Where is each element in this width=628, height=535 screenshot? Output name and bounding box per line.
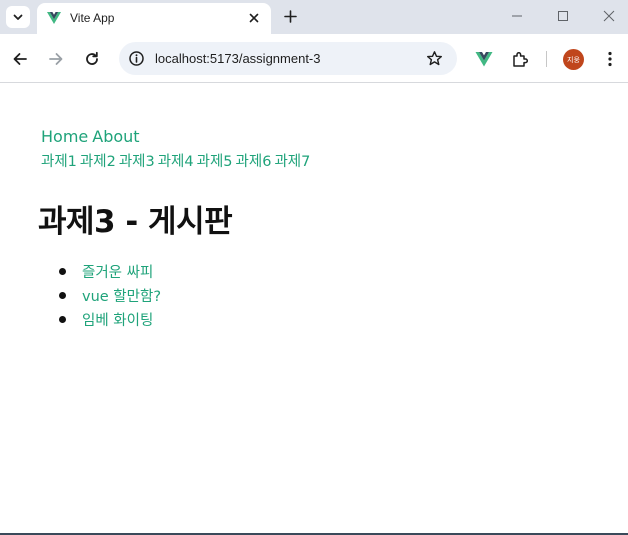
main-nav: Home About: [41, 127, 140, 146]
page-content: Home About 과제1 과제2 과제3 과제4 과제5 과제6 과제7 과제3 - 게시…: [0, 83, 628, 535]
browser-toolbar: localhost:5173/assignment-3 지웅: [0, 34, 628, 83]
minimize-icon: [512, 15, 522, 17]
reload-icon: [86, 51, 98, 65]
vue-devtools-icon: [475, 52, 493, 67]
browser-tab-active[interactable]: Vite App: [37, 3, 271, 34]
url-text[interactable]: localhost:5173/assignment-3: [155, 51, 321, 66]
puzzle-extensions-icon: [513, 51, 529, 67]
bullet-icon: [59, 268, 66, 275]
forward-arrow-icon: [49, 53, 63, 65]
assignment-link-5[interactable]: 과제5: [197, 154, 233, 170]
close-icon: [249, 13, 259, 23]
bullet-icon: [59, 292, 66, 299]
window-close-icon: [603, 10, 615, 22]
chevron-down-icon: [13, 14, 23, 20]
minimize-button[interactable]: [506, 6, 528, 26]
post-link-2[interactable]: vue 할만함?: [82, 289, 161, 305]
browser-menu-button[interactable]: [600, 49, 620, 69]
new-tab-button[interactable]: [280, 6, 300, 26]
reload-button[interactable]: [81, 48, 103, 70]
assignment-link-3[interactable]: 과제3: [119, 154, 155, 170]
assignment-link-7[interactable]: 과제7: [274, 154, 310, 170]
tab-strip: Vite App: [0, 0, 628, 34]
list-item: vue 할만함?: [58, 285, 161, 309]
back-arrow-icon: [13, 53, 27, 65]
bullet-icon: [59, 316, 66, 323]
tab-search-button[interactable]: [6, 6, 30, 28]
profile-avatar[interactable]: 지웅: [563, 49, 584, 70]
assignment-link-4[interactable]: 과제4: [158, 154, 194, 170]
nav-about-link[interactable]: About: [92, 127, 139, 146]
extensions-button[interactable]: [510, 49, 530, 69]
bookmark-star-icon[interactable]: [426, 50, 443, 67]
forward-button[interactable]: [45, 48, 67, 70]
list-item: 임베 화이팅: [58, 309, 161, 333]
vue-logo-icon: [47, 12, 61, 24]
maximize-icon: [558, 11, 568, 21]
window-close-button[interactable]: [598, 6, 620, 26]
post-list: 즐거운 싸피 vue 할만함? 임베 화이팅: [58, 261, 161, 333]
plus-icon: [283, 9, 297, 23]
list-item: 즐거운 싸피: [58, 261, 161, 285]
vue-devtools-extension[interactable]: [474, 49, 494, 69]
nav-home-link[interactable]: Home: [41, 127, 88, 146]
assignment-link-6[interactable]: 과제6: [236, 154, 272, 170]
maximize-button[interactable]: [552, 6, 574, 26]
post-link-1[interactable]: 즐거운 싸피: [82, 265, 153, 281]
address-bar[interactable]: localhost:5173/assignment-3: [119, 42, 457, 75]
assignment-link-2[interactable]: 과제2: [80, 154, 116, 170]
kebab-menu-icon: [608, 51, 612, 67]
site-info-icon[interactable]: [128, 50, 145, 67]
post-link-3[interactable]: 임베 화이팅: [82, 313, 153, 329]
assignment-link-1[interactable]: 과제1: [41, 154, 77, 170]
tab-title: Vite App: [70, 11, 115, 25]
back-button[interactable]: [9, 48, 31, 70]
tab-close-button[interactable]: [245, 9, 263, 27]
page-title: 과제3 - 게시판: [38, 204, 233, 240]
assignment-nav: 과제1 과제2 과제3 과제4 과제5 과제6 과제7: [41, 150, 310, 171]
toolbar-separator: [546, 51, 547, 67]
